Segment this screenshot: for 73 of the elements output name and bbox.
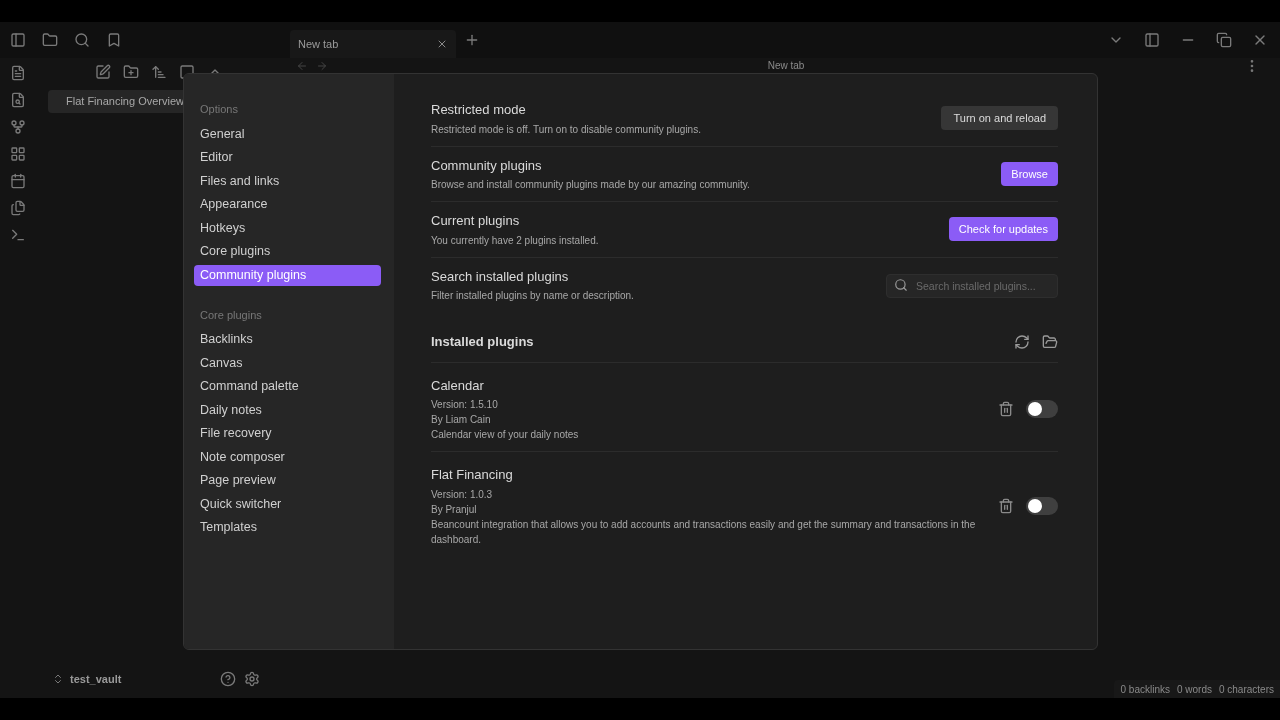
grid-icon[interactable] — [10, 146, 26, 162]
folder-icon[interactable] — [42, 32, 58, 48]
plugin-version: Version: 1.5.10 — [431, 398, 499, 412]
toggle-switch[interactable] — [1026, 399, 1058, 418]
graph-icon[interactable] — [10, 119, 26, 135]
help-icon[interactable] — [220, 671, 236, 687]
setting-name: Community plugins — [431, 156, 543, 175]
nav-item[interactable]: Command palette — [194, 376, 381, 397]
editor-title: New tab — [767, 59, 805, 72]
nav-item[interactable]: General — [194, 123, 381, 145]
toggle-switch[interactable] — [1026, 496, 1058, 515]
sort-icon[interactable] — [151, 64, 167, 80]
nav-item[interactable]: Files and links — [194, 170, 381, 192]
plugin-author: By Liam Cain — [431, 413, 492, 427]
trash-icon[interactable] — [998, 497, 1014, 514]
search-icon — [894, 277, 908, 292]
check-updates-button[interactable]: Check for updates — [948, 217, 1058, 242]
nav-item[interactable]: Hotkeys — [194, 217, 381, 239]
setting-description: Restricted mode is off. Turn on to disable community plugins. — [431, 122, 701, 137]
calendar-icon[interactable] — [10, 173, 26, 189]
bookmark-icon[interactable] — [106, 32, 122, 48]
file-search-icon[interactable] — [10, 92, 26, 108]
nav-item[interactable]: Appearance — [194, 194, 381, 215]
plugin-description: Beancount integration that allows you to add accounts and transactions easily and get the summary and transactions in the dashboard. — [431, 517, 977, 547]
nav-item[interactable]: Note composer — [194, 446, 381, 468]
search-field[interactable]: Search installed plugins... — [886, 273, 1058, 298]
status-text: 0 characters — [1218, 682, 1274, 697]
tab[interactable]: New tab — [290, 30, 456, 58]
nav-item[interactable]: Page preview — [194, 470, 381, 491]
new-folder-icon[interactable] — [123, 64, 139, 80]
plugin-author: By Pranjul — [431, 502, 478, 517]
terminal-icon[interactable] — [10, 227, 26, 243]
nav-item[interactable]: Daily notes — [194, 399, 381, 421]
restore-icon[interactable] — [1216, 32, 1232, 48]
folder-open-icon[interactable] — [1042, 333, 1058, 350]
list-icon[interactable] — [10, 65, 26, 81]
reload-icon[interactable] — [1014, 333, 1030, 350]
nav-item[interactable]: Editor — [194, 147, 381, 168]
nav-heading: Options — [199, 102, 239, 117]
plugin-description: Calendar view of your daily notes — [431, 428, 580, 442]
browse-button[interactable]: Browse — [1001, 161, 1058, 186]
files-icon[interactable] — [10, 200, 26, 216]
vault-name[interactable]: test_vault — [70, 670, 220, 688]
section-heading: Installed plugins — [431, 333, 534, 351]
setting-description: You currently have 2 plugins installed. — [431, 233, 599, 248]
sidebar-toggle-icon[interactable] — [10, 32, 26, 48]
plugin-version: Version: 1.0.3 — [431, 487, 494, 502]
setting-description: Browse and install community plugins made by our amazing community. — [431, 178, 750, 192]
settings-icon[interactable] — [244, 671, 260, 687]
search-icon[interactable] — [74, 32, 90, 48]
setting-name: Restricted mode — [431, 101, 527, 119]
trash-icon[interactable] — [998, 400, 1014, 417]
new-note-icon[interactable] — [95, 64, 111, 80]
vault-switch-icon[interactable] — [52, 673, 64, 685]
nav-item[interactable]: Backlinks — [194, 329, 381, 350]
nav-item[interactable]: Core plugins — [194, 241, 381, 262]
nav-item[interactable]: Community plugins — [194, 264, 381, 286]
nav-item[interactable]: Quick switcher — [194, 493, 381, 515]
status-text: 0 words — [1176, 682, 1212, 697]
setting-name: Search installed plugins — [431, 267, 570, 286]
nav-heading: Core plugins — [199, 307, 263, 323]
sidebar-right-icon[interactable] — [1144, 32, 1160, 48]
setting-description: Filter installed plugins by name or description. — [431, 289, 634, 303]
new-tab-icon[interactable] — [464, 32, 480, 48]
status-text: 0 backlinks — [1120, 682, 1170, 697]
setting-name: Current plugins — [431, 212, 521, 230]
turn-on-button[interactable]: Turn on and reload — [941, 106, 1058, 131]
close-tab-icon[interactable] — [436, 38, 448, 50]
nav-item[interactable]: Canvas — [194, 352, 381, 374]
plugin-name: Calendar — [431, 376, 485, 395]
nav-item[interactable]: Templates — [194, 517, 381, 538]
plugin-name: Flat Financing — [431, 466, 514, 484]
nav-item[interactable]: File recovery — [194, 423, 381, 444]
